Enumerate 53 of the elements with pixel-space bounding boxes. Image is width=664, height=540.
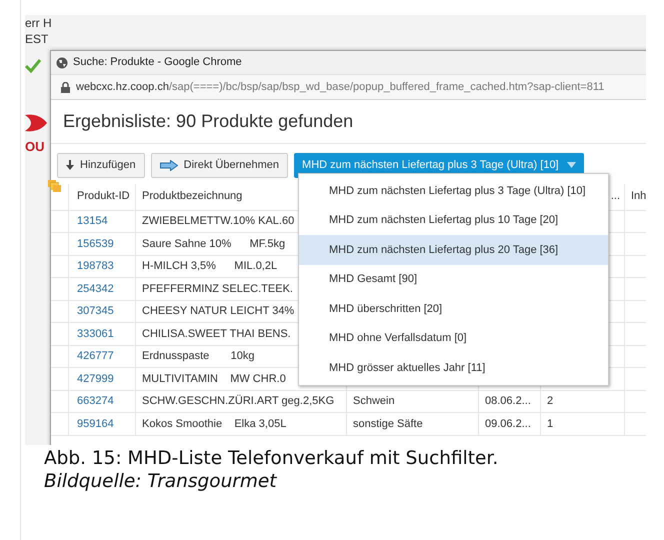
product-id-link[interactable]: 959164 [77,416,114,432]
background-text: EST [25,31,50,47]
table-cell-text: sonstige Säfte [353,416,423,432]
product-id-link[interactable]: 427999 [77,370,114,387]
result-heading: Ergebnisliste: 90 Produkte gefunden [51,100,646,144]
table-cell-text: H-MILCH 3,5% MIL.0,2L [142,259,278,274]
dropdown-option[interactable]: MHD zum nächsten Liefertag plus 20 Tage [36] [299,235,608,264]
background-text: err H [25,15,53,31]
column-header[interactable]: Inh [631,188,646,205]
table-cell-text: Erdnusspaste 10kg [142,349,255,364]
dropdown-option[interactable]: MHD zum nächsten Liefertag plus 3 Tage (Ultra) [10] [299,176,608,206]
table-cell-text: 2 [547,394,554,409]
product-id-link[interactable]: 333061 [77,326,114,342]
toolbar-button[interactable]: Direkt Übernehmen [150,153,288,178]
product-id-link[interactable]: 198783 [77,258,114,274]
folders-icon [48,180,61,192]
table-cell-text: 08.06.2... [485,394,531,409]
column-header[interactable]: ... [610,188,620,205]
product-id-link[interactable]: 13154 [77,213,108,230]
lock-icon [61,82,70,92]
table-cell-text: 1 [547,416,554,432]
caption-text: Abb. 15: MHD-Liste Telefonverkauf mit Suchfilter. [44,447,500,470]
toolbar-button[interactable]: Hinzufügen [57,153,145,178]
table-cell-text: 09.06.2... [485,416,531,432]
dropdown-option[interactable]: MHD zum nächsten Liefertag plus 10 Tage [20] [299,206,608,235]
table-cell-text: SCHW.GESCHN.ZÜRI.ART geg.2,5KG [142,394,334,409]
product-id-link[interactable]: 426777 [77,348,114,364]
table-cell-text: PFEFFERMINZ SELEC.TEEK. [142,282,293,296]
image-source: Bildquelle: Transgourmet [44,470,278,493]
brand-text: OU [25,139,46,155]
check-icon [25,59,41,73]
right-arrow-icon [160,160,178,171]
product-id-link[interactable]: 254342 [77,280,114,297]
product-id-link[interactable]: 156539 [77,236,114,252]
table-cell-text: Saure Sahne 10% MF.5kg [142,236,286,252]
dropdown-option[interactable]: MHD grösser aktuelles Jahr [11] [299,353,608,382]
table-cell-text: ZWIEBELMETTW.10% KAL.60 [142,214,294,229]
down-arrow-icon [66,160,74,170]
product-id-link[interactable]: 307345 [77,303,114,320]
column-header[interactable]: Produkt-ID [77,188,130,205]
window-title: Suche: Produkte - Google Chrome [73,55,242,70]
table-cell-text: CHEESY NATUR LEICHT 34% [142,304,294,319]
column-header[interactable]: Produktbezeichnung [142,188,242,205]
dropdown-option[interactable]: MHD ohne Verfallsdatum [0] [299,324,608,353]
table-cell-text: MULTIVITAMIN MW CHR.0 [142,372,286,386]
dropdown-option[interactable]: MHD überschritten [20] [299,294,608,324]
table-cell-text: Kokos Smoothie Elka 3,05L [142,416,286,432]
table-cell-text: Schwein [353,394,395,409]
table-cell-text: CHILISA.SWEET THAI BENS. [142,326,291,342]
product-id-link[interactable]: 663274 [77,393,114,410]
dropdown-option[interactable]: MHD Gesamt [90] [299,264,608,294]
globe-icon [56,56,68,68]
caret-icon [566,162,576,169]
